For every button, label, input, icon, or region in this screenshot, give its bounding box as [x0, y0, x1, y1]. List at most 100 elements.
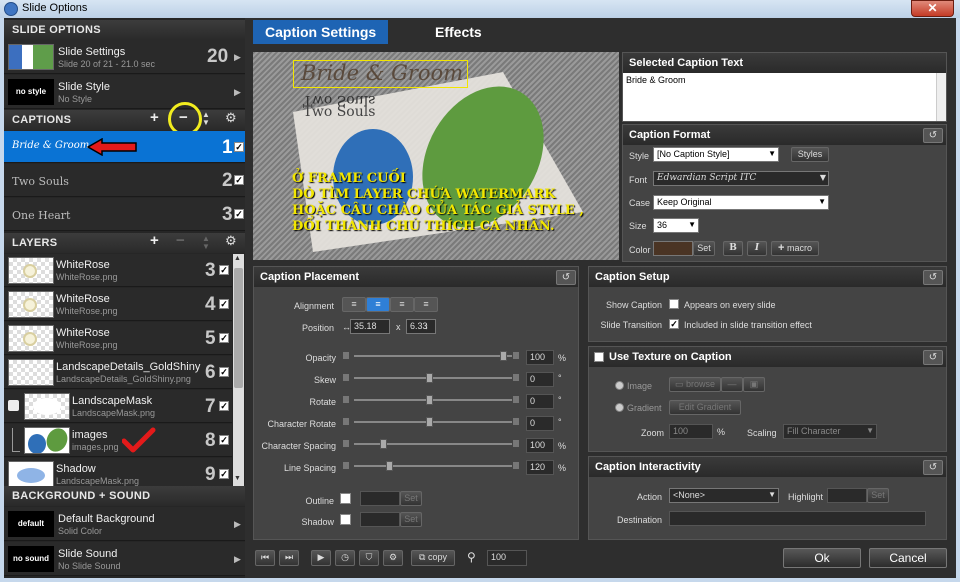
- slider-min-icon[interactable]: [342, 417, 350, 426]
- caption-item[interactable]: One Heart 3 ✓: [4, 198, 245, 231]
- caption-checkbox[interactable]: ✓: [234, 209, 244, 219]
- rotate-slider[interactable]: [354, 399, 512, 401]
- reset-icon[interactable]: ↺: [556, 270, 576, 285]
- layer-item[interactable]: LandscapeMask LandscapeMask.png 7 ✓: [4, 390, 232, 423]
- caption-item[interactable]: Two Souls 2 ✓: [4, 164, 245, 197]
- size-select[interactable]: 36 ▼: [653, 218, 699, 233]
- layer-checkbox[interactable]: ✓: [219, 265, 229, 275]
- slider-max-icon[interactable]: [512, 373, 520, 382]
- highlight-set-button[interactable]: Set: [867, 488, 889, 503]
- copy-button[interactable]: ⧉ copy: [411, 550, 455, 566]
- slider-min-icon[interactable]: [342, 351, 350, 360]
- reset-icon[interactable]: ↺: [923, 128, 943, 143]
- rotate-slider-knob[interactable]: [426, 395, 433, 405]
- slider-min-icon[interactable]: [342, 395, 350, 404]
- scrollbar-thumb[interactable]: [234, 268, 243, 388]
- shadow-color-swatch[interactable]: [360, 512, 400, 527]
- scroll-up-icon[interactable]: ▲: [234, 255, 241, 262]
- caption-style-select[interactable]: [No Caption Style] ▼: [653, 147, 779, 162]
- play-icon[interactable]: ▶: [311, 550, 331, 566]
- slider-max-icon[interactable]: [512, 351, 520, 360]
- opacity-input[interactable]: 100: [526, 350, 554, 365]
- macro-button[interactable]: + macro: [771, 241, 819, 256]
- slider-min-icon[interactable]: [342, 373, 350, 382]
- gear-icon[interactable]: ⚙: [383, 550, 403, 566]
- clear-image-button[interactable]: —: [721, 377, 743, 392]
- slider-min-icon[interactable]: [342, 439, 350, 448]
- layer-item[interactable]: WhiteRose WhiteRose.png 5 ✓: [4, 322, 232, 355]
- add-caption-button[interactable]: +: [150, 109, 159, 126]
- reorder-arrows-icon[interactable]: ▲ ▼: [202, 111, 210, 127]
- align-left-button[interactable]: ≡: [342, 297, 366, 312]
- show-caption-checkbox[interactable]: [669, 299, 679, 309]
- reset-icon[interactable]: ↺: [923, 460, 943, 475]
- line-spacing-slider-knob[interactable]: [386, 461, 393, 471]
- gear-icon[interactable]: ⚙: [225, 233, 237, 249]
- browse-button[interactable]: ▭ browse: [669, 377, 721, 392]
- align-center-button[interactable]: ≡: [366, 297, 390, 312]
- use-texture-checkbox[interactable]: [594, 352, 604, 362]
- add-layer-button[interactable]: +: [150, 232, 159, 249]
- slider-max-icon[interactable]: [512, 461, 520, 470]
- case-select[interactable]: Keep Original ▼: [653, 195, 829, 210]
- character-rotate-input[interactable]: 0: [526, 416, 554, 431]
- line-spacing-input[interactable]: 120: [526, 460, 554, 475]
- highlight-color-swatch[interactable]: [827, 488, 867, 503]
- color-set-button[interactable]: Set: [693, 241, 715, 256]
- image-radio[interactable]: [615, 381, 624, 390]
- texture-zoom-input[interactable]: 100: [669, 424, 713, 439]
- slide-style-item[interactable]: no style Slide Style No Style ▶: [4, 75, 245, 109]
- character-spacing-slider-knob[interactable]: [380, 439, 387, 449]
- gear-icon[interactable]: ⚙: [225, 110, 237, 126]
- layer-checkbox[interactable]: ✓: [219, 401, 229, 411]
- skew-input[interactable]: 0: [526, 372, 554, 387]
- layer-item[interactable]: LandscapeDetails_GoldShiny LandscapeDeta…: [4, 356, 232, 389]
- outline-color-swatch[interactable]: [360, 491, 400, 506]
- slide-settings-item[interactable]: Slide Settings Slide 20 of 21 - 21.0 sec…: [4, 40, 245, 74]
- align-justify-button[interactable]: ≡: [414, 297, 438, 312]
- gradient-radio[interactable]: [615, 403, 624, 412]
- character-spacing-slider[interactable]: [354, 443, 512, 445]
- layer-checkbox[interactable]: ✓: [219, 333, 229, 343]
- font-select[interactable]: Edwardian Script ITC ▼: [653, 171, 829, 186]
- position-x-input[interactable]: 35.18: [350, 319, 390, 334]
- skew-slider-knob[interactable]: [426, 373, 433, 383]
- reset-icon[interactable]: ↺: [923, 270, 943, 285]
- ok-button[interactable]: Ok: [783, 548, 861, 568]
- scroll-down-icon[interactable]: ▼: [234, 475, 241, 482]
- slide-sound-item[interactable]: no sound Slide Sound No Slide Sound ▶: [4, 542, 245, 576]
- scaling-select[interactable]: Fill Character ▼: [783, 424, 877, 439]
- shadow-checkbox[interactable]: [340, 514, 351, 525]
- layer-item[interactable]: images images.png 8 ✓: [4, 424, 232, 457]
- color-swatch[interactable]: [653, 241, 693, 256]
- character-rotate-slider-knob[interactable]: [426, 417, 433, 427]
- layer-checkbox[interactable]: ✓: [219, 299, 229, 309]
- close-button[interactable]: ✕: [911, 0, 954, 17]
- slide-transition-checkbox[interactable]: ✓: [669, 319, 679, 329]
- layer-checkbox[interactable]: ✓: [219, 469, 229, 479]
- shadow-set-button[interactable]: Set: [400, 512, 422, 527]
- layer-checkbox[interactable]: ✓: [219, 367, 229, 377]
- action-select[interactable]: <None> ▼: [669, 488, 779, 503]
- reorder-arrows-icon[interactable]: ▲ ▼: [202, 235, 210, 251]
- slider-max-icon[interactable]: [512, 395, 520, 404]
- bookmark-icon[interactable]: ⛉: [359, 550, 379, 566]
- layer-item[interactable]: WhiteRose WhiteRose.png 3 ✓: [4, 254, 232, 287]
- zoom-input[interactable]: 100: [487, 550, 527, 566]
- opacity-slider-knob[interactable]: [500, 351, 507, 361]
- outline-checkbox[interactable]: [340, 493, 351, 504]
- styles-button[interactable]: Styles: [791, 147, 829, 162]
- caption-item[interactable]: Bride & Groom 1 ✓: [4, 131, 245, 163]
- destination-input[interactable]: [669, 511, 926, 526]
- slider-max-icon[interactable]: [512, 417, 520, 426]
- rotate-input[interactable]: 0: [526, 394, 554, 409]
- cancel-button[interactable]: Cancel: [869, 548, 947, 568]
- tab-caption-settings[interactable]: Caption Settings: [253, 20, 389, 44]
- layers-scrollbar[interactable]: ▲ ▼: [233, 254, 244, 486]
- italic-button[interactable]: I: [747, 241, 767, 256]
- opacity-slider[interactable]: [354, 355, 512, 357]
- slider-max-icon[interactable]: [512, 439, 520, 448]
- line-spacing-slider[interactable]: [354, 465, 512, 467]
- edit-gradient-button[interactable]: Edit Gradient: [669, 400, 741, 415]
- position-y-input[interactable]: 6.33: [406, 319, 436, 334]
